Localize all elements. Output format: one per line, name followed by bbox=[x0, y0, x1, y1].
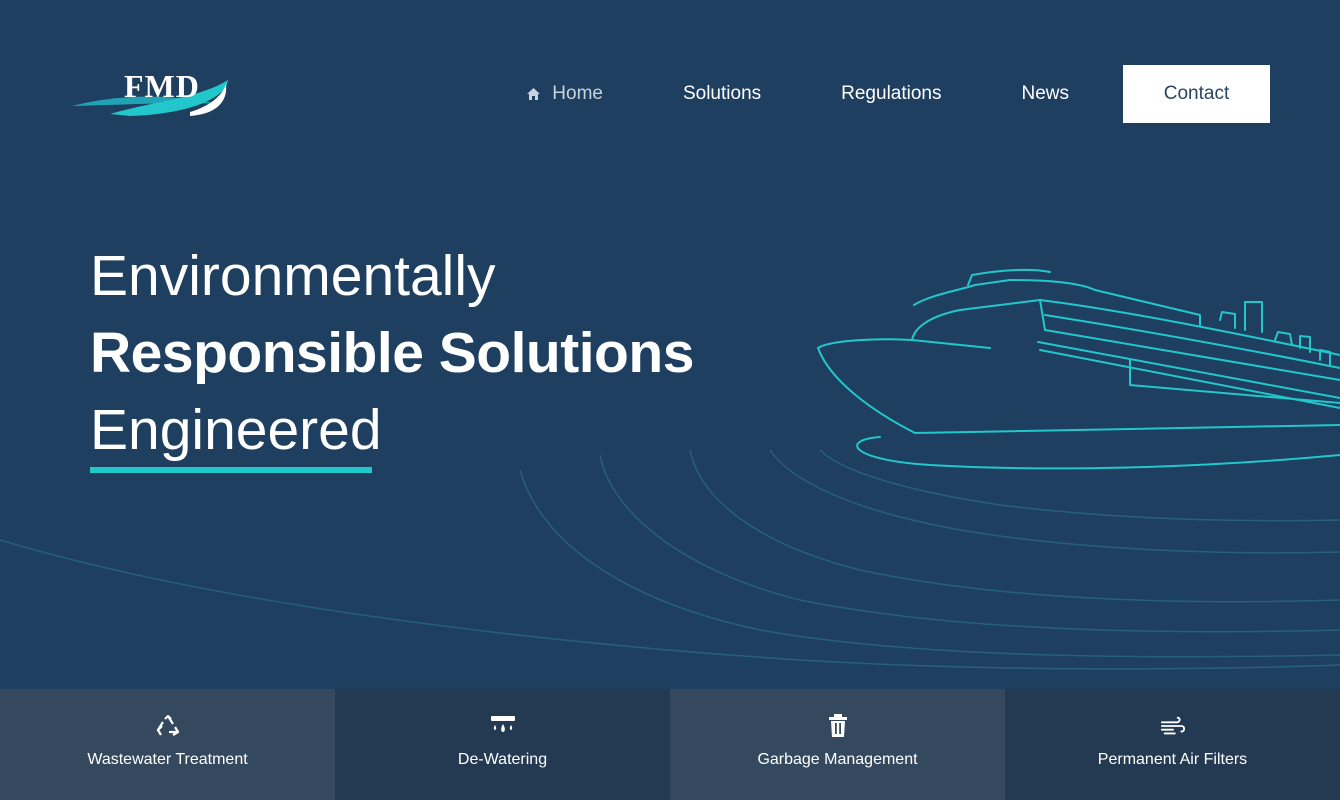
main-nav: Home Solutions Regulations News Contact bbox=[527, 65, 1270, 123]
nav-item-news-label: News bbox=[1021, 83, 1069, 104]
nav-item-home-label: Home bbox=[552, 83, 603, 104]
hero-section: FMD Home Solutions Regulations News Cont… bbox=[0, 0, 1340, 689]
contact-button[interactable]: Contact bbox=[1123, 65, 1270, 123]
service-wastewater-treatment[interactable]: Wastewater Treatment bbox=[0, 689, 335, 800]
nav-item-regulations-label: Regulations bbox=[841, 83, 942, 104]
headline-accent-underline bbox=[90, 467, 372, 473]
hero-headline: Environmentally Responsible Solutions En… bbox=[90, 238, 694, 469]
nav-item-solutions-label: Solutions bbox=[682, 83, 762, 104]
nav-item-news[interactable]: News bbox=[1021, 83, 1069, 105]
service-label: De-Watering bbox=[457, 751, 548, 768]
service-label: Wastewater Treatment bbox=[87, 751, 248, 768]
nav-item-regulations[interactable]: Regulations bbox=[841, 83, 941, 105]
hero-line-1: Environmentally bbox=[90, 244, 496, 308]
fmd-logo[interactable]: FMD bbox=[70, 62, 232, 124]
service-de-watering[interactable]: De-Watering bbox=[335, 689, 670, 800]
service-label: Permanent Air Filters bbox=[1097, 751, 1248, 768]
service-garbage-management[interactable]: Garbage Management bbox=[670, 689, 1005, 800]
water-drops-icon bbox=[490, 713, 516, 739]
service-label: Garbage Management bbox=[757, 751, 918, 768]
hero-line-3: Engineered bbox=[90, 398, 382, 462]
hero-line-2: Responsible Solutions bbox=[90, 321, 694, 385]
nav-item-solutions[interactable]: Solutions bbox=[683, 83, 761, 105]
services-bar: Wastewater Treatment De-Watering Garbage… bbox=[0, 689, 1340, 800]
wind-icon bbox=[1160, 713, 1186, 739]
trash-icon bbox=[825, 713, 851, 739]
home-icon bbox=[527, 88, 541, 100]
nav-item-home[interactable]: Home bbox=[527, 83, 603, 105]
service-permanent-air-filters[interactable]: Permanent Air Filters bbox=[1005, 689, 1340, 800]
logo-text: FMD bbox=[124, 68, 200, 104]
recycle-icon bbox=[155, 713, 181, 739]
